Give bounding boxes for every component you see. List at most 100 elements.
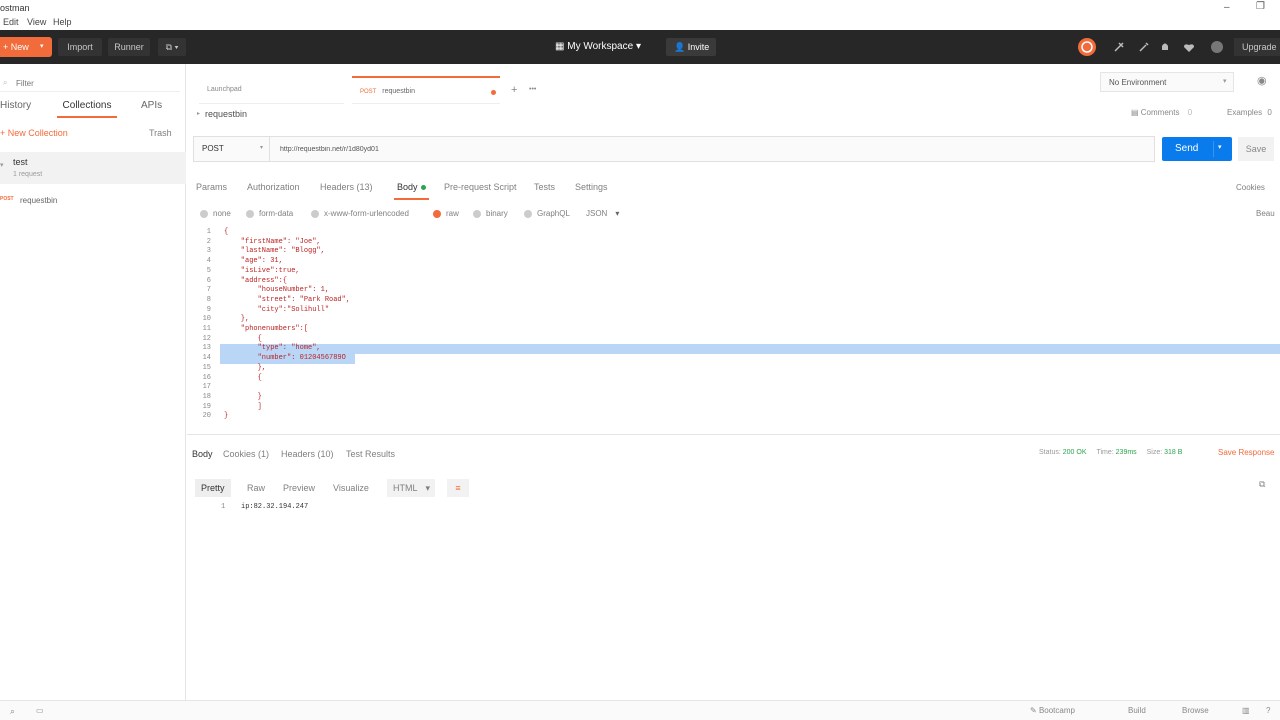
radio-none[interactable]: none (200, 209, 231, 218)
tab-pre-request-script[interactable]: Pre-request Script (444, 182, 517, 192)
radio-graphql[interactable]: GraphQL (524, 209, 570, 218)
menu-edit[interactable]: Edit (3, 17, 19, 27)
radio-urlencoded[interactable]: x-www-form-urlencoded (311, 209, 409, 218)
response-tab-test-results[interactable]: Test Results (346, 449, 395, 459)
caret-down-icon: ▾ (425, 483, 431, 493)
environment-selector[interactable]: No Environment ▾ (1100, 72, 1234, 92)
unsaved-dot-icon[interactable] (491, 90, 496, 95)
runner-button[interactable]: Runner (108, 38, 150, 56)
new-window-button[interactable]: ⧉ ▾ (158, 38, 186, 56)
build-tab[interactable]: Build (1128, 706, 1146, 715)
app-header: + New ▾ Import Runner ⧉ ▾ ▦ My Workspace… (0, 30, 1280, 64)
examples-button[interactable]: Examples 0 (1227, 108, 1280, 117)
import-button[interactable]: Import (58, 38, 102, 56)
tab-apis[interactable]: APIs (141, 100, 162, 111)
cookies-link[interactable]: Cookies (1236, 183, 1265, 192)
comments-button[interactable]: ▤ Comments 0 (1131, 108, 1192, 117)
tab-params[interactable]: Params (196, 182, 227, 192)
view-visualize[interactable]: Visualize (327, 479, 375, 497)
send-button[interactable]: Send ▾ (1162, 137, 1232, 161)
tab-headers[interactable]: Headers (13) (320, 182, 373, 192)
eye-icon[interactable]: ◉ (1257, 74, 1267, 87)
invite-button[interactable]: 👤 Invite (666, 38, 716, 56)
tab-history[interactable]: History (0, 100, 31, 111)
code-editor[interactable]: 1 {2 "firstName": "Joe", 3 "lastName": "Bl… (187, 226, 1280, 434)
avatar-icon[interactable] (1210, 40, 1224, 54)
sidebar-request-item[interactable]: POST requestbin (0, 194, 186, 208)
code-line: } (224, 392, 262, 401)
beautify-link[interactable]: Beau (1256, 209, 1275, 218)
tab-settings[interactable]: Settings (575, 182, 608, 192)
line-number: 19 (202, 402, 211, 411)
code-line: { (224, 334, 262, 343)
satellite-icon[interactable] (1112, 40, 1126, 54)
restore-icon[interactable]: ❐ (1256, 1, 1265, 12)
upgrade-button[interactable]: Upgrade (1234, 38, 1280, 56)
radio-raw[interactable]: raw (433, 209, 459, 218)
radio-form-data-label: form-data (259, 209, 294, 218)
two-pane-icon[interactable]: ▥ (1242, 706, 1250, 715)
save-response-button[interactable]: Save Response (1218, 448, 1280, 457)
environment-label: No Environment (1109, 78, 1167, 87)
add-tab-button[interactable]: + (511, 84, 517, 96)
tab-body[interactable]: Body (394, 182, 429, 200)
find-icon[interactable]: ⌕ (10, 706, 15, 717)
line-number: 10 (202, 315, 211, 324)
radio-binary[interactable]: binary (473, 209, 508, 218)
new-button[interactable]: + New ▾ (0, 37, 52, 57)
bootcamp-link[interactable]: ✎ Bootcamp (1030, 706, 1075, 715)
sync-icon[interactable] (1078, 38, 1096, 56)
filter-input[interactable] (16, 76, 166, 90)
line-number: 6 (206, 276, 211, 285)
console-icon[interactable]: ▭ (36, 706, 44, 715)
response-tab-headers[interactable]: Headers (10) (281, 449, 334, 459)
menu-view[interactable]: View (27, 17, 46, 27)
workspace-selector[interactable]: ▦ My Workspace ▾ (555, 38, 641, 56)
chevron-down-icon[interactable]: ▾ (1218, 143, 1222, 151)
tab-authorization[interactable]: Authorization (247, 182, 300, 192)
code-line: "phonenumbers":[ (224, 325, 309, 333)
code-line: "firstName": "Joe", (224, 237, 321, 246)
bell-icon[interactable] (1158, 40, 1172, 54)
url-input[interactable] (280, 141, 1140, 157)
view-raw[interactable]: Raw (241, 479, 271, 497)
collection-item[interactable]: ▾ test 1 request (0, 152, 186, 184)
settings-wrench-icon[interactable] (1137, 40, 1151, 54)
line-number: 15 (202, 363, 211, 372)
filter-box[interactable]: ⌕ (0, 74, 180, 92)
line-number: 12 (202, 334, 211, 343)
more-tabs-button[interactable]: ••• (529, 86, 536, 93)
view-pretty[interactable]: Pretty (195, 479, 231, 497)
tab-launchpad[interactable]: Launchpad (199, 76, 344, 104)
line-number: 11 (202, 325, 211, 333)
new-collection-button[interactable]: + New Collection (0, 128, 68, 138)
tab-label: requestbin (382, 88, 415, 95)
response-format-select[interactable]: HTML ▾ (387, 479, 435, 497)
save-button[interactable]: Save (1238, 137, 1274, 161)
line-number: 1 (206, 228, 211, 236)
menu-help[interactable]: Help (53, 17, 72, 27)
collection-name: test (13, 157, 28, 167)
method-select[interactable]: POST ▾ (194, 137, 270, 161)
line-number: 16 (202, 373, 211, 382)
copy-icon[interactable]: ⧉ (1259, 479, 1265, 490)
tab-collections[interactable]: Collections (57, 100, 117, 118)
code-line: "houseNumber": 1, (224, 286, 330, 295)
format-select[interactable]: JSON ▾ (586, 209, 619, 218)
heart-icon[interactable] (1182, 40, 1196, 54)
wrap-lines-icon[interactable]: ≡ (447, 479, 469, 497)
radio-icon (524, 209, 532, 218)
code-line: "street": "Park Road", (224, 295, 351, 304)
tab-tests[interactable]: Tests (534, 182, 555, 192)
response-tab-body[interactable]: Body (192, 449, 213, 459)
line-number: 20 (202, 412, 211, 421)
view-preview[interactable]: Preview (277, 479, 321, 497)
radio-form-data[interactable]: form-data (246, 209, 293, 218)
browse-tab[interactable]: Browse (1182, 706, 1209, 715)
tab-requestbin[interactable]: POST requestbin (352, 76, 500, 104)
minimize-icon[interactable]: – (1224, 2, 1230, 13)
trash-link[interactable]: Trash (149, 128, 172, 138)
collapse-icon[interactable]: ▸ (197, 110, 200, 117)
help-icon[interactable]: ? (1266, 706, 1270, 715)
response-tab-cookies[interactable]: Cookies (1) (223, 449, 269, 459)
